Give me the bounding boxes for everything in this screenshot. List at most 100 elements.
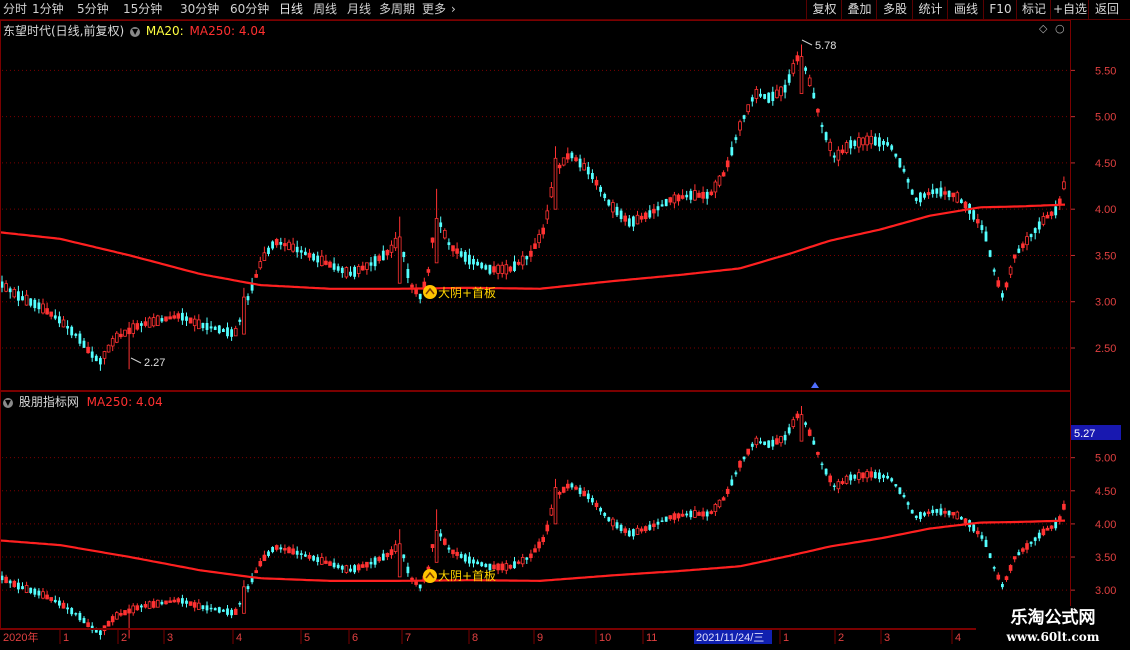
candle-body xyxy=(99,358,102,365)
candle-body xyxy=(82,618,86,624)
candle-body xyxy=(672,194,677,204)
sub-grid xyxy=(2,457,1068,591)
candle-body xyxy=(984,231,988,242)
kline-chart[interactable]: 2.50 3.00 3.50 4.00 4.50 5.00 5.50 3.00 3.50 4.0… xyxy=(0,0,1130,650)
candle-body xyxy=(393,544,398,552)
candle-body xyxy=(135,605,140,611)
candle-body xyxy=(1033,537,1037,541)
candle-body xyxy=(472,258,475,265)
sub-axis-label-2: 4.00 xyxy=(1095,519,1116,531)
candle-body xyxy=(566,153,570,160)
candle-body xyxy=(353,565,356,573)
candle-body xyxy=(414,289,418,295)
candle-body xyxy=(168,600,172,603)
candle-body xyxy=(242,296,246,335)
candle-body xyxy=(984,539,988,547)
candle-body xyxy=(181,312,184,321)
candle-body xyxy=(857,137,861,148)
candle-body xyxy=(553,157,558,210)
candle-body xyxy=(1033,228,1037,233)
candle-body xyxy=(110,616,115,623)
candle-body xyxy=(672,513,677,520)
candle-body xyxy=(151,601,156,608)
candle-body xyxy=(12,289,17,298)
candle-body xyxy=(476,261,479,266)
candle-body xyxy=(988,553,992,559)
candle-body xyxy=(882,141,885,145)
candle-body xyxy=(381,553,385,561)
candle-body xyxy=(66,326,69,329)
candle-body xyxy=(591,498,594,503)
candle-body xyxy=(115,612,119,620)
candle-body xyxy=(319,255,324,267)
candle-body xyxy=(143,604,148,608)
candle-body xyxy=(414,581,418,585)
candle-body xyxy=(17,582,20,590)
candle-body xyxy=(828,475,832,483)
ma250-line-sub xyxy=(0,519,1066,583)
candle-body xyxy=(664,199,668,207)
candle-body xyxy=(468,254,471,265)
candle-body xyxy=(734,472,738,475)
candle-body xyxy=(955,192,960,203)
candle-body xyxy=(804,67,807,71)
candle-body xyxy=(902,495,906,498)
date-month-label-3: 4 xyxy=(236,632,242,644)
candle-body xyxy=(648,210,652,218)
candle-body xyxy=(33,299,37,309)
candle-body xyxy=(8,288,12,293)
candle-body xyxy=(709,191,714,196)
candle-body xyxy=(0,281,4,288)
candle-body xyxy=(201,322,205,329)
candle-body xyxy=(299,553,303,555)
candle-body xyxy=(369,561,373,565)
candle-body xyxy=(886,475,889,479)
candle-body xyxy=(283,243,287,247)
candle-body xyxy=(668,197,673,203)
date-month-label-10: 11 xyxy=(646,632,657,644)
candle-body xyxy=(816,108,820,113)
candle-body xyxy=(147,601,152,609)
candle-body xyxy=(615,522,619,529)
candle-body xyxy=(861,137,865,146)
candle-body xyxy=(525,557,529,560)
sub-price-axis: 3.00 3.50 4.00 4.50 5.00 xyxy=(1070,453,1116,597)
candle-body xyxy=(430,237,435,243)
candle-body xyxy=(685,194,689,198)
candle-body xyxy=(254,570,259,574)
candle-body xyxy=(439,222,443,227)
candle-body xyxy=(963,201,968,209)
candle-body xyxy=(725,488,730,494)
candle-body xyxy=(181,598,184,604)
candle-body xyxy=(316,255,320,263)
candle-body xyxy=(931,189,935,194)
candle-body xyxy=(1029,234,1033,238)
candle-body xyxy=(451,549,455,555)
candle-body xyxy=(717,175,722,186)
candle-body xyxy=(168,316,172,320)
candle-body xyxy=(557,164,562,169)
candle-body xyxy=(385,552,390,558)
candle-body xyxy=(972,524,976,532)
candle-body xyxy=(119,613,123,616)
date-month-label-2: 3 xyxy=(167,632,173,644)
candle-body xyxy=(393,237,398,249)
candle-body xyxy=(923,512,926,516)
signal-marker-sub: 大阴+首板 xyxy=(423,569,496,583)
candle-body xyxy=(246,586,250,590)
candle-body xyxy=(41,303,45,314)
date-month-label-12: 2 xyxy=(838,632,844,644)
candle-body xyxy=(1041,216,1046,225)
price-tag-text: 5.27 xyxy=(1074,428,1095,440)
candle-body xyxy=(1017,248,1021,253)
candle-body xyxy=(730,479,734,486)
candle-body xyxy=(484,265,488,270)
candle-body xyxy=(267,247,270,254)
candle-body xyxy=(349,568,352,572)
candle-body xyxy=(287,547,291,554)
candle-body xyxy=(123,610,127,616)
candle-body xyxy=(12,580,17,588)
candle-body xyxy=(316,557,320,562)
candle-body xyxy=(611,518,615,527)
candle-body xyxy=(516,261,521,265)
